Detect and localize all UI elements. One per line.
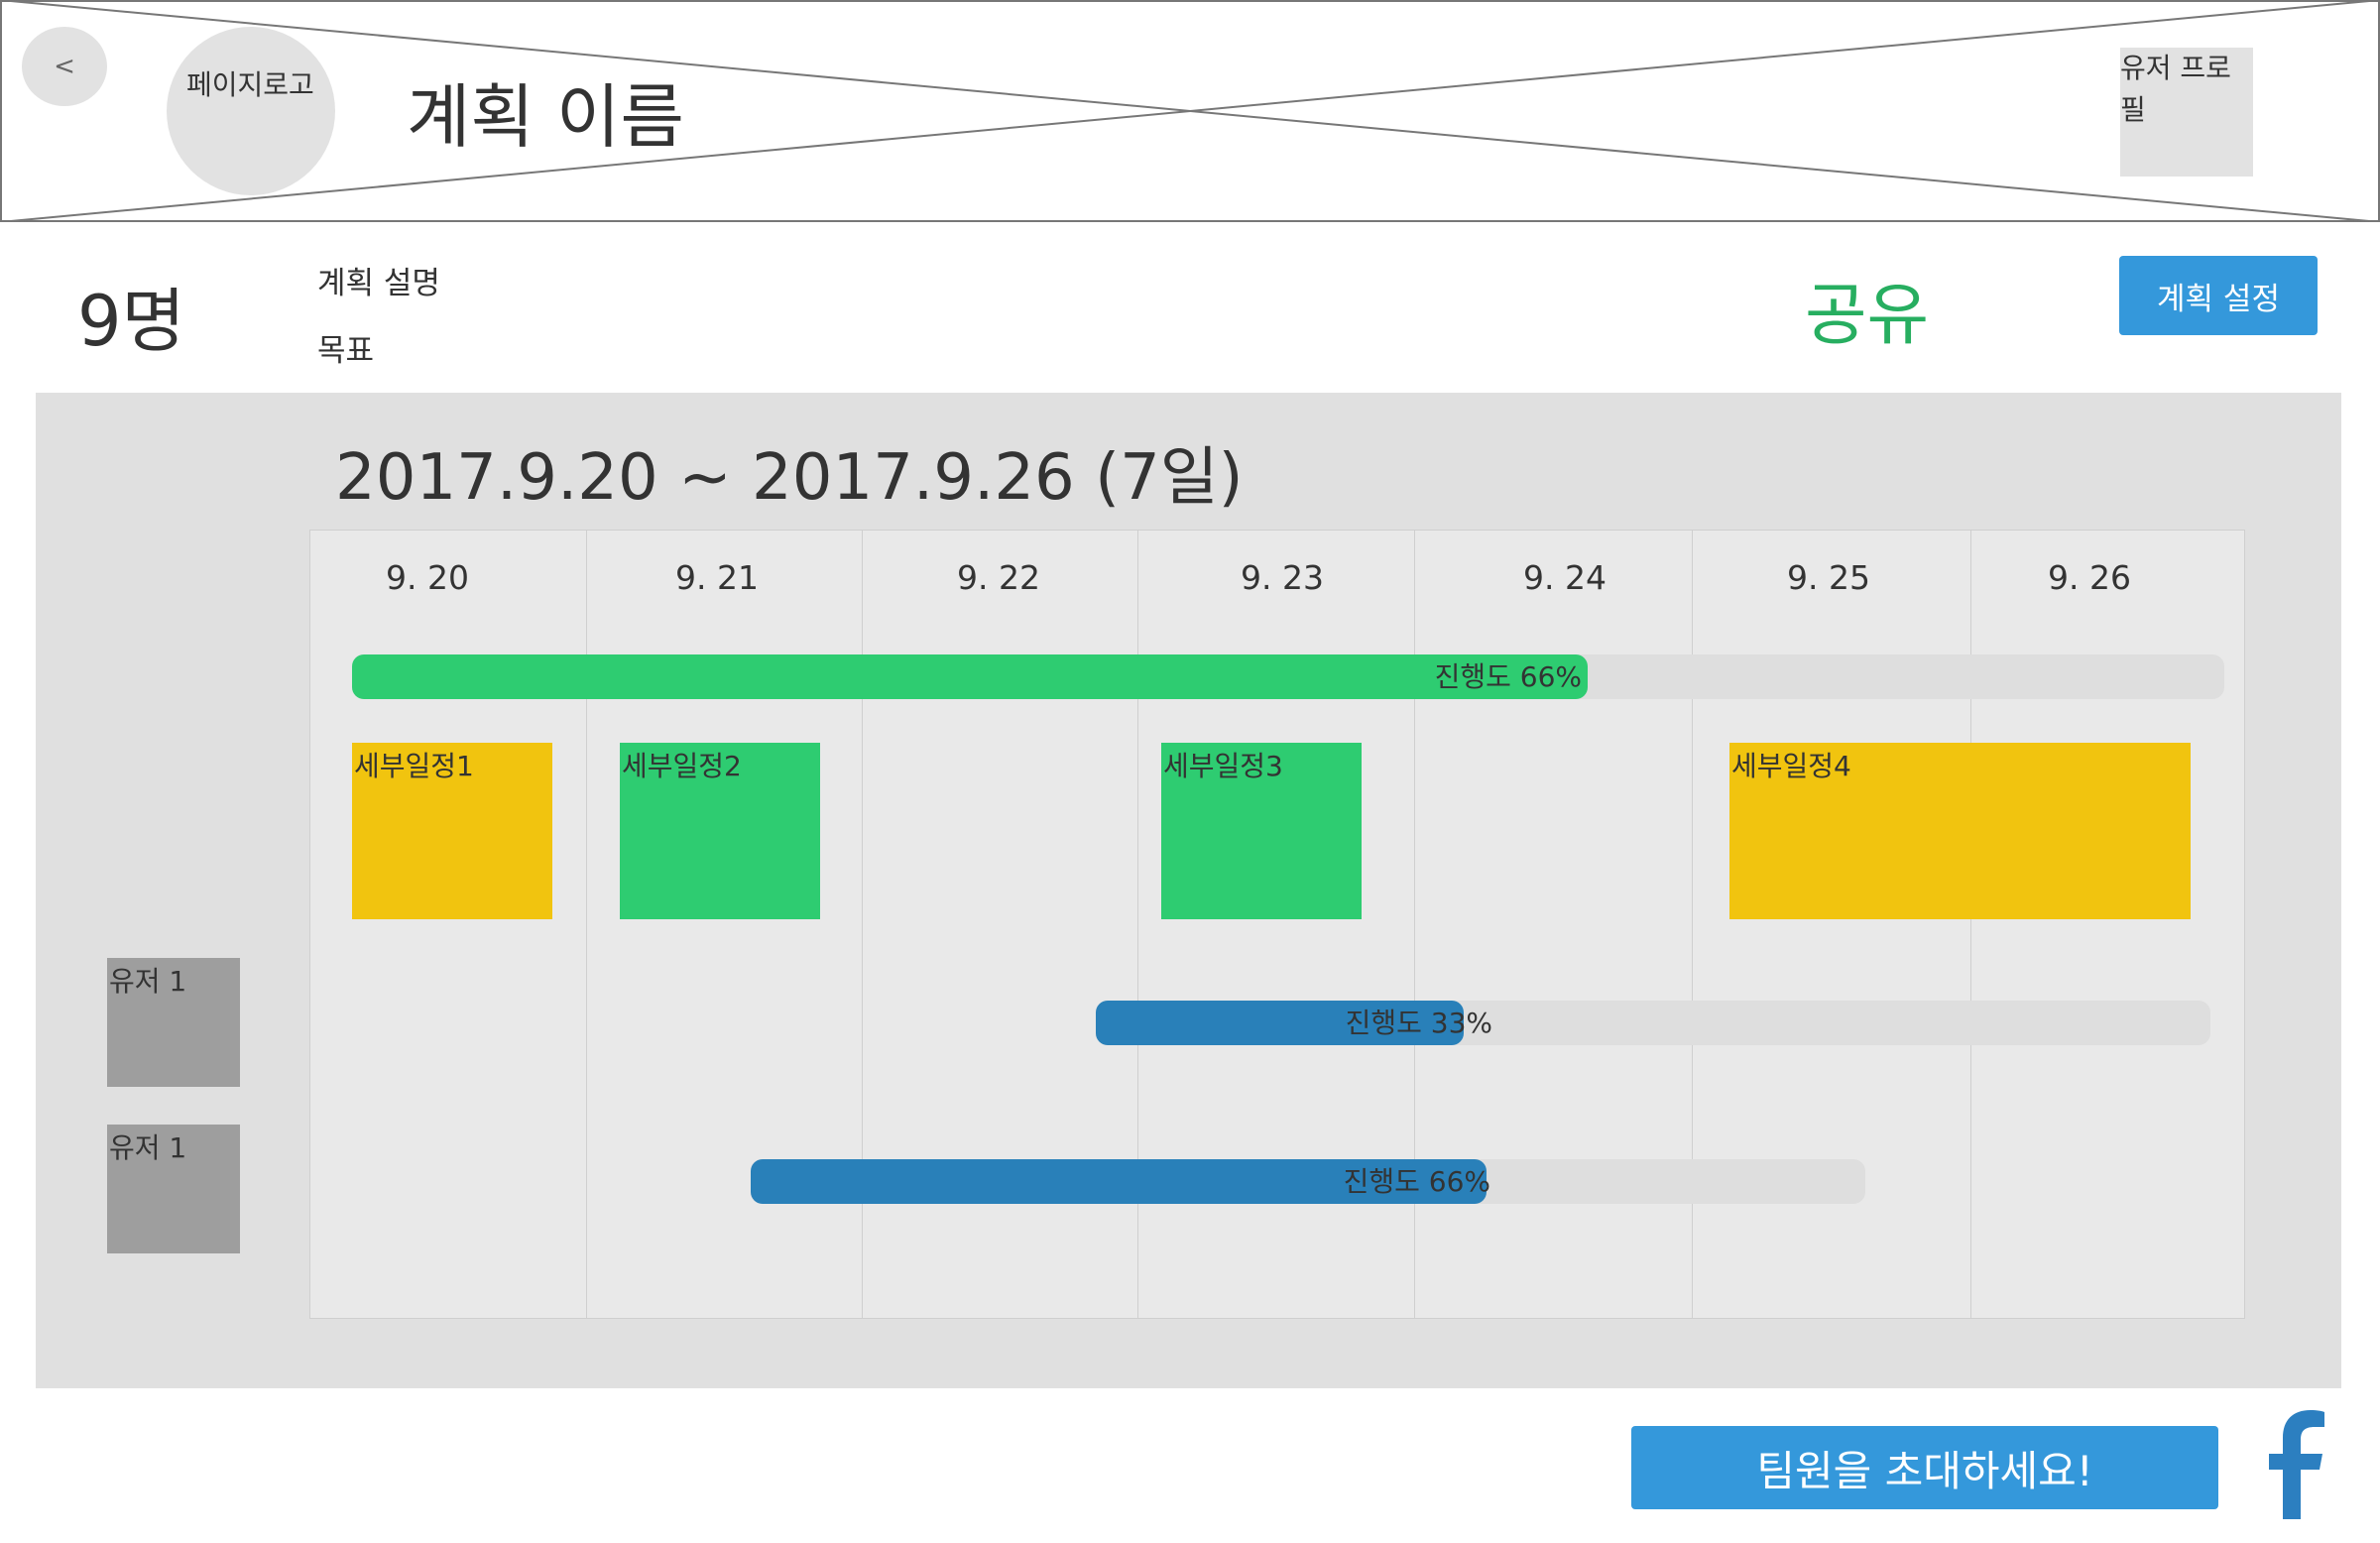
plan-settings-button[interactable]: 계획 설정 [2119, 256, 2318, 335]
header-placeholder-cross [0, 0, 2380, 222]
user-progress-label: 진행도 66% [1343, 1165, 1490, 1198]
day-label: 9. 26 [2048, 558, 2131, 597]
day-label: 9. 25 [1787, 558, 1870, 597]
invite-members-button[interactable]: 팀원을 초대하세요! [1631, 1426, 2218, 1509]
user-progress-bar: 진행도 33% [1096, 1001, 2210, 1045]
subtask-1[interactable]: 세부일정1 [352, 743, 552, 919]
overall-progress-label: 진행도 66% [1434, 660, 1582, 693]
plan-title: 계획 이름 [407, 76, 684, 158]
user-progress-bar: 진행도 66% [751, 1159, 1865, 1204]
user-avatar[interactable]: 유저 1 [107, 1125, 240, 1253]
day-label: 9. 22 [957, 558, 1040, 597]
date-range: 2017.9.20 ~ 2017.9.26 (7일) [335, 441, 1244, 515]
page-logo-label: 페이지로고 [186, 68, 314, 101]
day-label: 9. 20 [386, 558, 469, 597]
overall-progress-bar: 진행도 66% [352, 654, 2224, 699]
plan-settings-label: 계획 설정 [2157, 281, 2280, 317]
user-profile-label: 유저 프로필 [2120, 52, 2231, 126]
subtask-4[interactable]: 세부일정4 [1729, 743, 2191, 919]
invite-members-label: 팀원을 초대하세요! [1756, 1446, 2093, 1495]
subtask-3[interactable]: 세부일정3 [1161, 743, 1362, 919]
facebook-icon[interactable] [2265, 1410, 2324, 1519]
day-column: 9. 26 [1970, 531, 2244, 1318]
plan-goal: 목표 [317, 333, 375, 369]
share-button[interactable]: 공유 [1805, 260, 1929, 358]
page-logo [167, 27, 335, 195]
member-count: 9명 [77, 281, 185, 362]
subtask-2[interactable]: 세부일정2 [620, 743, 820, 919]
schedule-grid: 9. 20 9. 21 9. 22 9. 23 9. 24 9. 25 9. 2… [309, 530, 2245, 1319]
day-label: 9. 23 [1241, 558, 1324, 597]
day-label: 9. 24 [1523, 558, 1606, 597]
day-label: 9. 21 [675, 558, 759, 597]
day-column: 9. 20 [310, 531, 587, 1318]
plan-description: 계획 설명 [317, 266, 440, 301]
back-button-label: < [54, 52, 75, 81]
user-avatar[interactable]: 유저 1 [107, 958, 240, 1087]
user-progress-label: 진행도 33% [1345, 1007, 1492, 1039]
back-button[interactable]: < [22, 27, 107, 106]
